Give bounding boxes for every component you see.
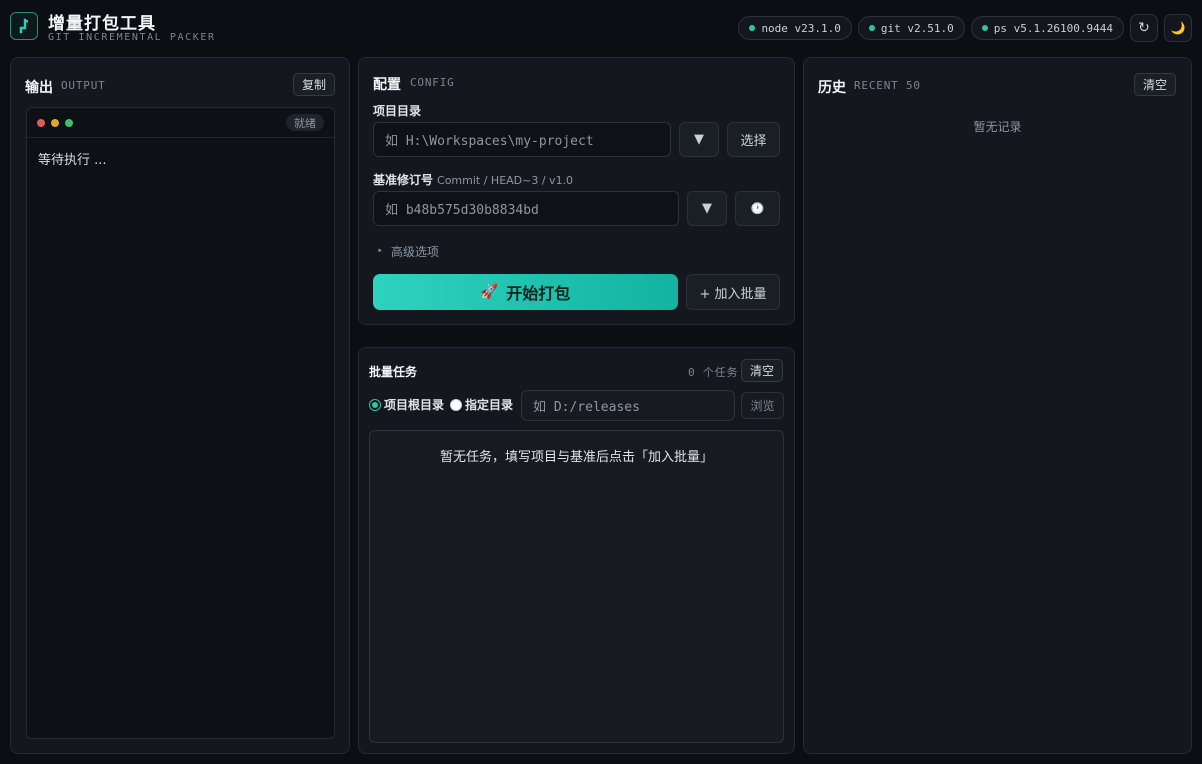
- traffic-light-yellow-icon: [51, 119, 59, 127]
- copy-button[interactable]: 复制: [293, 73, 336, 96]
- config-title: 配置: [373, 77, 401, 93]
- history-subtitle: RECENT 50: [854, 79, 921, 92]
- config-panel: 配置 CONFIG 项目目录 如 H:\Workspaces\my-projec…: [358, 57, 795, 325]
- theme-toggle-button[interactable]: 🌙: [1164, 14, 1192, 42]
- output-terminal: 就绪 等待执行 ...: [26, 107, 335, 739]
- status-dot-icon: [981, 25, 988, 31]
- batch-count: 0 个任务: [688, 366, 739, 379]
- moon-icon: 🌙: [1170, 21, 1186, 35]
- config-subtitle: CONFIG: [410, 76, 455, 89]
- badge-label: ps v5.1.26100.9444: [993, 21, 1113, 35]
- project-dir-label: 项目目录: [373, 104, 422, 118]
- start-pack-label: 开始打包: [506, 284, 571, 303]
- rocket-icon: 🚀: [480, 284, 499, 300]
- radio-custom-dir-label: 指定目录: [465, 398, 514, 412]
- batch-clear-button[interactable]: 清空: [741, 359, 784, 382]
- output-title: 输出: [25, 80, 53, 96]
- status-badge: 就绪: [286, 114, 324, 131]
- refresh-button[interactable]: ↻: [1130, 14, 1158, 42]
- refresh-icon: ↻: [1138, 20, 1150, 36]
- project-dir-input[interactable]: 如 H:\Workspaces\my-project: [373, 122, 671, 157]
- base-rev-label-text: 基准修订号: [373, 173, 434, 187]
- ps-version-badge: ps v5.1.26100.9444: [970, 16, 1124, 40]
- output-dir-input[interactable]: 如 D:/releases: [521, 390, 735, 421]
- badge-label: node v23.1.0: [761, 21, 841, 35]
- status-dot-icon: [868, 25, 875, 31]
- chevron-down-icon: ▼: [694, 132, 704, 147]
- terminal-titlebar: 就绪: [27, 108, 334, 138]
- base-rev-dropdown-button[interactable]: ▼: [687, 191, 727, 226]
- app-header: 增量打包工具 GIT INCREMENTAL PACKER node v23.1…: [0, 0, 1202, 56]
- logo-icon: [19, 18, 28, 34]
- output-panel: 输出 OUTPUT 复制 就绪 等待执行 ...: [10, 57, 350, 754]
- output-subtitle: OUTPUT: [61, 79, 106, 92]
- traffic-light-green-icon: [65, 119, 73, 127]
- batch-empty-text: 暂无任务，填写项目与基准后点击「加入批量」: [439, 450, 713, 465]
- radio-checked-icon: [369, 398, 381, 411]
- caret-right-icon: ‣: [377, 246, 383, 257]
- app-subtitle: GIT INCREMENTAL PACKER: [48, 32, 216, 43]
- history-title: 历史: [818, 80, 846, 96]
- radio-unchecked-icon: [450, 398, 463, 411]
- browse-button[interactable]: 浏览: [741, 392, 784, 419]
- app-title: 增量打包工具: [48, 14, 156, 34]
- node-version-badge: node v23.1.0: [738, 16, 852, 40]
- start-pack-button[interactable]: 🚀 开始打包: [373, 274, 678, 310]
- badge-label: git v2.51.0: [880, 21, 954, 35]
- batch-panel: 批量任务 0 个任务 清空 项目根目录 指定目录 如 D:/releases 浏…: [358, 347, 795, 754]
- chevron-down-icon: ▼: [702, 201, 712, 216]
- radio-project-root-label: 项目根目录: [384, 398, 445, 412]
- version-badges: node v23.1.0 git v2.51.0 ps v5.1.26100.9…: [738, 14, 1192, 42]
- base-rev-label: 基准修订号 Commit / HEAD~3 / v1.0: [373, 171, 573, 188]
- clock-icon: 🕐: [750, 202, 765, 215]
- base-rev-input[interactable]: 如 b48b575d30b8834bd: [373, 191, 679, 226]
- output-text: 等待执行 ...: [38, 153, 107, 168]
- radio-custom-dir[interactable]: 指定目录: [450, 396, 513, 413]
- radio-project-root[interactable]: 项目根目录: [369, 396, 444, 413]
- traffic-light-red-icon: [37, 119, 45, 127]
- add-batch-button[interactable]: + 加入批量: [686, 274, 780, 310]
- batch-task-list: 暂无任务，填写项目与基准后点击「加入批量」: [369, 430, 784, 743]
- batch-title: 批量任务: [369, 365, 418, 379]
- base-rev-hint: Commit / HEAD~3 / v1.0: [437, 174, 574, 187]
- advanced-options-label: 高级选项: [390, 245, 439, 259]
- history-clear-button[interactable]: 清空: [1134, 73, 1177, 96]
- status-dot-icon: [749, 25, 756, 31]
- history-panel: 历史 RECENT 50 清空 暂无记录: [803, 57, 1192, 754]
- project-dir-dropdown-button[interactable]: ▼: [679, 122, 719, 157]
- history-empty-text: 暂无记录: [973, 120, 1022, 134]
- git-version-badge: git v2.51.0: [857, 16, 965, 40]
- output-dir-options: 项目根目录 指定目录: [369, 396, 513, 413]
- commit-history-button[interactable]: 🕐: [735, 191, 780, 226]
- advanced-options-toggle[interactable]: ‣ 高级选项: [377, 243, 439, 260]
- select-dir-button[interactable]: 选择: [727, 122, 780, 157]
- app-logo: [10, 12, 38, 40]
